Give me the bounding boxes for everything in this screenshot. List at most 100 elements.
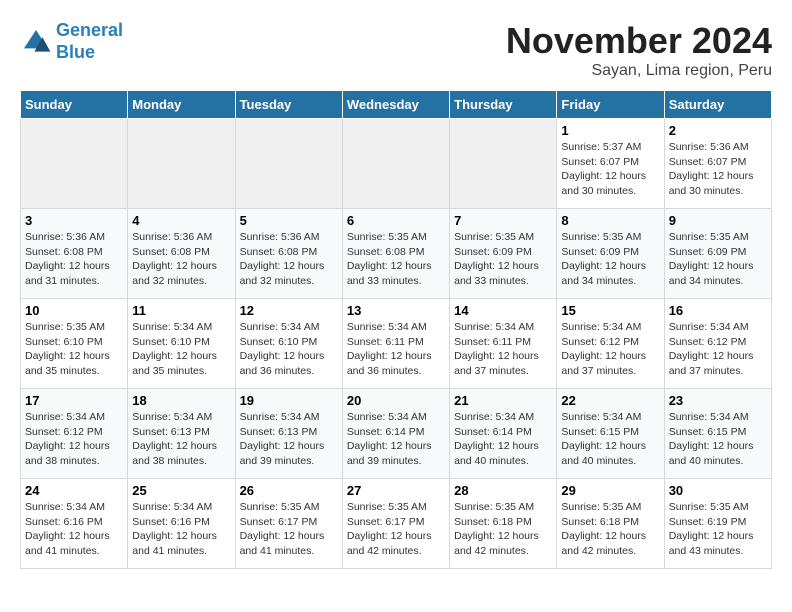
day-info: Sunrise: 5:35 AM Sunset: 6:17 PM Dayligh… (347, 500, 445, 559)
day-cell: 16 Sunrise: 5:34 AM Sunset: 6:12 PM Dayli… (664, 299, 771, 389)
day-info: Sunrise: 5:34 AM Sunset: 6:13 PM Dayligh… (132, 410, 230, 469)
day-cell (342, 119, 449, 209)
logo-line2: Blue (56, 42, 95, 62)
day-info: Sunrise: 5:34 AM Sunset: 6:15 PM Dayligh… (669, 410, 767, 469)
logo-text: General Blue (56, 20, 123, 63)
logo-line1: General (56, 20, 123, 40)
day-number: 12 (240, 303, 338, 318)
day-info: Sunrise: 5:36 AM Sunset: 6:08 PM Dayligh… (240, 230, 338, 289)
day-cell: 19 Sunrise: 5:34 AM Sunset: 6:13 PM Dayli… (235, 389, 342, 479)
column-header-sunday: Sunday (21, 91, 128, 119)
calendar-body: 1 Sunrise: 5:37 AM Sunset: 6:07 PM Daylig… (21, 119, 772, 569)
day-cell: 18 Sunrise: 5:34 AM Sunset: 6:13 PM Dayli… (128, 389, 235, 479)
day-cell: 17 Sunrise: 5:34 AM Sunset: 6:12 PM Dayli… (21, 389, 128, 479)
day-cell: 8 Sunrise: 5:35 AM Sunset: 6:09 PM Daylig… (557, 209, 664, 299)
day-number: 15 (561, 303, 659, 318)
day-number: 23 (669, 393, 767, 408)
day-number: 21 (454, 393, 552, 408)
day-number: 1 (561, 123, 659, 138)
week-row-3: 10 Sunrise: 5:35 AM Sunset: 6:10 PM Dayli… (21, 299, 772, 389)
day-cell: 21 Sunrise: 5:34 AM Sunset: 6:14 PM Dayli… (450, 389, 557, 479)
column-header-friday: Friday (557, 91, 664, 119)
week-row-1: 1 Sunrise: 5:37 AM Sunset: 6:07 PM Daylig… (21, 119, 772, 209)
day-cell: 7 Sunrise: 5:35 AM Sunset: 6:09 PM Daylig… (450, 209, 557, 299)
day-cell (21, 119, 128, 209)
day-cell: 14 Sunrise: 5:34 AM Sunset: 6:11 PM Dayli… (450, 299, 557, 389)
day-cell: 29 Sunrise: 5:35 AM Sunset: 6:18 PM Dayli… (557, 479, 664, 569)
day-number: 27 (347, 483, 445, 498)
day-info: Sunrise: 5:34 AM Sunset: 6:12 PM Dayligh… (25, 410, 123, 469)
column-header-tuesday: Tuesday (235, 91, 342, 119)
day-cell: 22 Sunrise: 5:34 AM Sunset: 6:15 PM Dayli… (557, 389, 664, 479)
day-info: Sunrise: 5:36 AM Sunset: 6:08 PM Dayligh… (132, 230, 230, 289)
day-info: Sunrise: 5:34 AM Sunset: 6:10 PM Dayligh… (132, 320, 230, 379)
day-info: Sunrise: 5:35 AM Sunset: 6:19 PM Dayligh… (669, 500, 767, 559)
logo: General Blue (20, 20, 123, 63)
week-row-2: 3Sunrise: 5:36 AM Sunset: 6:08 PM Daylig… (21, 209, 772, 299)
day-number: 17 (25, 393, 123, 408)
day-number: 20 (347, 393, 445, 408)
day-info: Sunrise: 5:34 AM Sunset: 6:10 PM Dayligh… (240, 320, 338, 379)
day-number: 8 (561, 213, 659, 228)
day-cell: 15 Sunrise: 5:34 AM Sunset: 6:12 PM Dayli… (557, 299, 664, 389)
page-header: General Blue November 2024 Sayan, Lima r… (20, 20, 772, 80)
day-cell: 27 Sunrise: 5:35 AM Sunset: 6:17 PM Dayli… (342, 479, 449, 569)
day-number: 16 (669, 303, 767, 318)
day-number: 7 (454, 213, 552, 228)
column-header-saturday: Saturday (664, 91, 771, 119)
page-title: November 2024 (506, 20, 772, 62)
column-header-wednesday: Wednesday (342, 91, 449, 119)
day-info: Sunrise: 5:34 AM Sunset: 6:12 PM Dayligh… (669, 320, 767, 379)
week-row-4: 17 Sunrise: 5:34 AM Sunset: 6:12 PM Dayli… (21, 389, 772, 479)
day-info: Sunrise: 5:34 AM Sunset: 6:11 PM Dayligh… (347, 320, 445, 379)
day-info: Sunrise: 5:35 AM Sunset: 6:09 PM Dayligh… (561, 230, 659, 289)
page-subtitle: Sayan, Lima region, Peru (506, 62, 772, 80)
day-number: 6 (347, 213, 445, 228)
day-cell: 1 Sunrise: 5:37 AM Sunset: 6:07 PM Daylig… (557, 119, 664, 209)
day-info: Sunrise: 5:34 AM Sunset: 6:11 PM Dayligh… (454, 320, 552, 379)
day-number: 30 (669, 483, 767, 498)
day-number: 14 (454, 303, 552, 318)
day-cell (450, 119, 557, 209)
day-number: 5 (240, 213, 338, 228)
calendar-header-row: SundayMondayTuesdayWednesdayThursdayFrid… (21, 91, 772, 119)
day-info: Sunrise: 5:35 AM Sunset: 6:08 PM Dayligh… (347, 230, 445, 289)
day-cell: 3Sunrise: 5:36 AM Sunset: 6:08 PM Daylig… (21, 209, 128, 299)
day-info: Sunrise: 5:35 AM Sunset: 6:09 PM Dayligh… (454, 230, 552, 289)
day-number: 10 (25, 303, 123, 318)
day-cell: 20 Sunrise: 5:34 AM Sunset: 6:14 PM Dayli… (342, 389, 449, 479)
day-info: Sunrise: 5:35 AM Sunset: 6:10 PM Dayligh… (25, 320, 123, 379)
day-number: 22 (561, 393, 659, 408)
day-number: 28 (454, 483, 552, 498)
day-cell: 28Sunrise: 5:35 AM Sunset: 6:18 PM Dayli… (450, 479, 557, 569)
calendar-table: SundayMondayTuesdayWednesdayThursdayFrid… (20, 90, 772, 569)
day-info: Sunrise: 5:35 AM Sunset: 6:18 PM Dayligh… (561, 500, 659, 559)
day-number: 11 (132, 303, 230, 318)
day-cell: 10 Sunrise: 5:35 AM Sunset: 6:10 PM Dayli… (21, 299, 128, 389)
day-number: 19 (240, 393, 338, 408)
day-info: Sunrise: 5:34 AM Sunset: 6:16 PM Dayligh… (25, 500, 123, 559)
day-number: 4 (132, 213, 230, 228)
day-info: Sunrise: 5:37 AM Sunset: 6:07 PM Dayligh… (561, 140, 659, 199)
day-number: 24 (25, 483, 123, 498)
day-cell: 30 Sunrise: 5:35 AM Sunset: 6:19 PM Dayli… (664, 479, 771, 569)
day-info: Sunrise: 5:34 AM Sunset: 6:13 PM Dayligh… (240, 410, 338, 469)
day-info: Sunrise: 5:34 AM Sunset: 6:12 PM Dayligh… (561, 320, 659, 379)
day-number: 25 (132, 483, 230, 498)
day-info: Sunrise: 5:34 AM Sunset: 6:15 PM Dayligh… (561, 410, 659, 469)
day-cell: 12 Sunrise: 5:34 AM Sunset: 6:10 PM Dayli… (235, 299, 342, 389)
day-cell: 9Sunrise: 5:35 AM Sunset: 6:09 PM Daylig… (664, 209, 771, 299)
day-cell: 5 Sunrise: 5:36 AM Sunset: 6:08 PM Daylig… (235, 209, 342, 299)
day-number: 18 (132, 393, 230, 408)
day-info: Sunrise: 5:34 AM Sunset: 6:14 PM Dayligh… (347, 410, 445, 469)
day-info: Sunrise: 5:34 AM Sunset: 6:16 PM Dayligh… (132, 500, 230, 559)
day-cell (128, 119, 235, 209)
day-info: Sunrise: 5:36 AM Sunset: 6:07 PM Dayligh… (669, 140, 767, 199)
title-block: November 2024 Sayan, Lima region, Peru (506, 20, 772, 80)
day-cell: 2Sunrise: 5:36 AM Sunset: 6:07 PM Daylig… (664, 119, 771, 209)
day-info: Sunrise: 5:34 AM Sunset: 6:14 PM Dayligh… (454, 410, 552, 469)
day-info: Sunrise: 5:36 AM Sunset: 6:08 PM Dayligh… (25, 230, 123, 289)
day-cell: 6 Sunrise: 5:35 AM Sunset: 6:08 PM Daylig… (342, 209, 449, 299)
day-info: Sunrise: 5:35 AM Sunset: 6:09 PM Dayligh… (669, 230, 767, 289)
day-number: 29 (561, 483, 659, 498)
